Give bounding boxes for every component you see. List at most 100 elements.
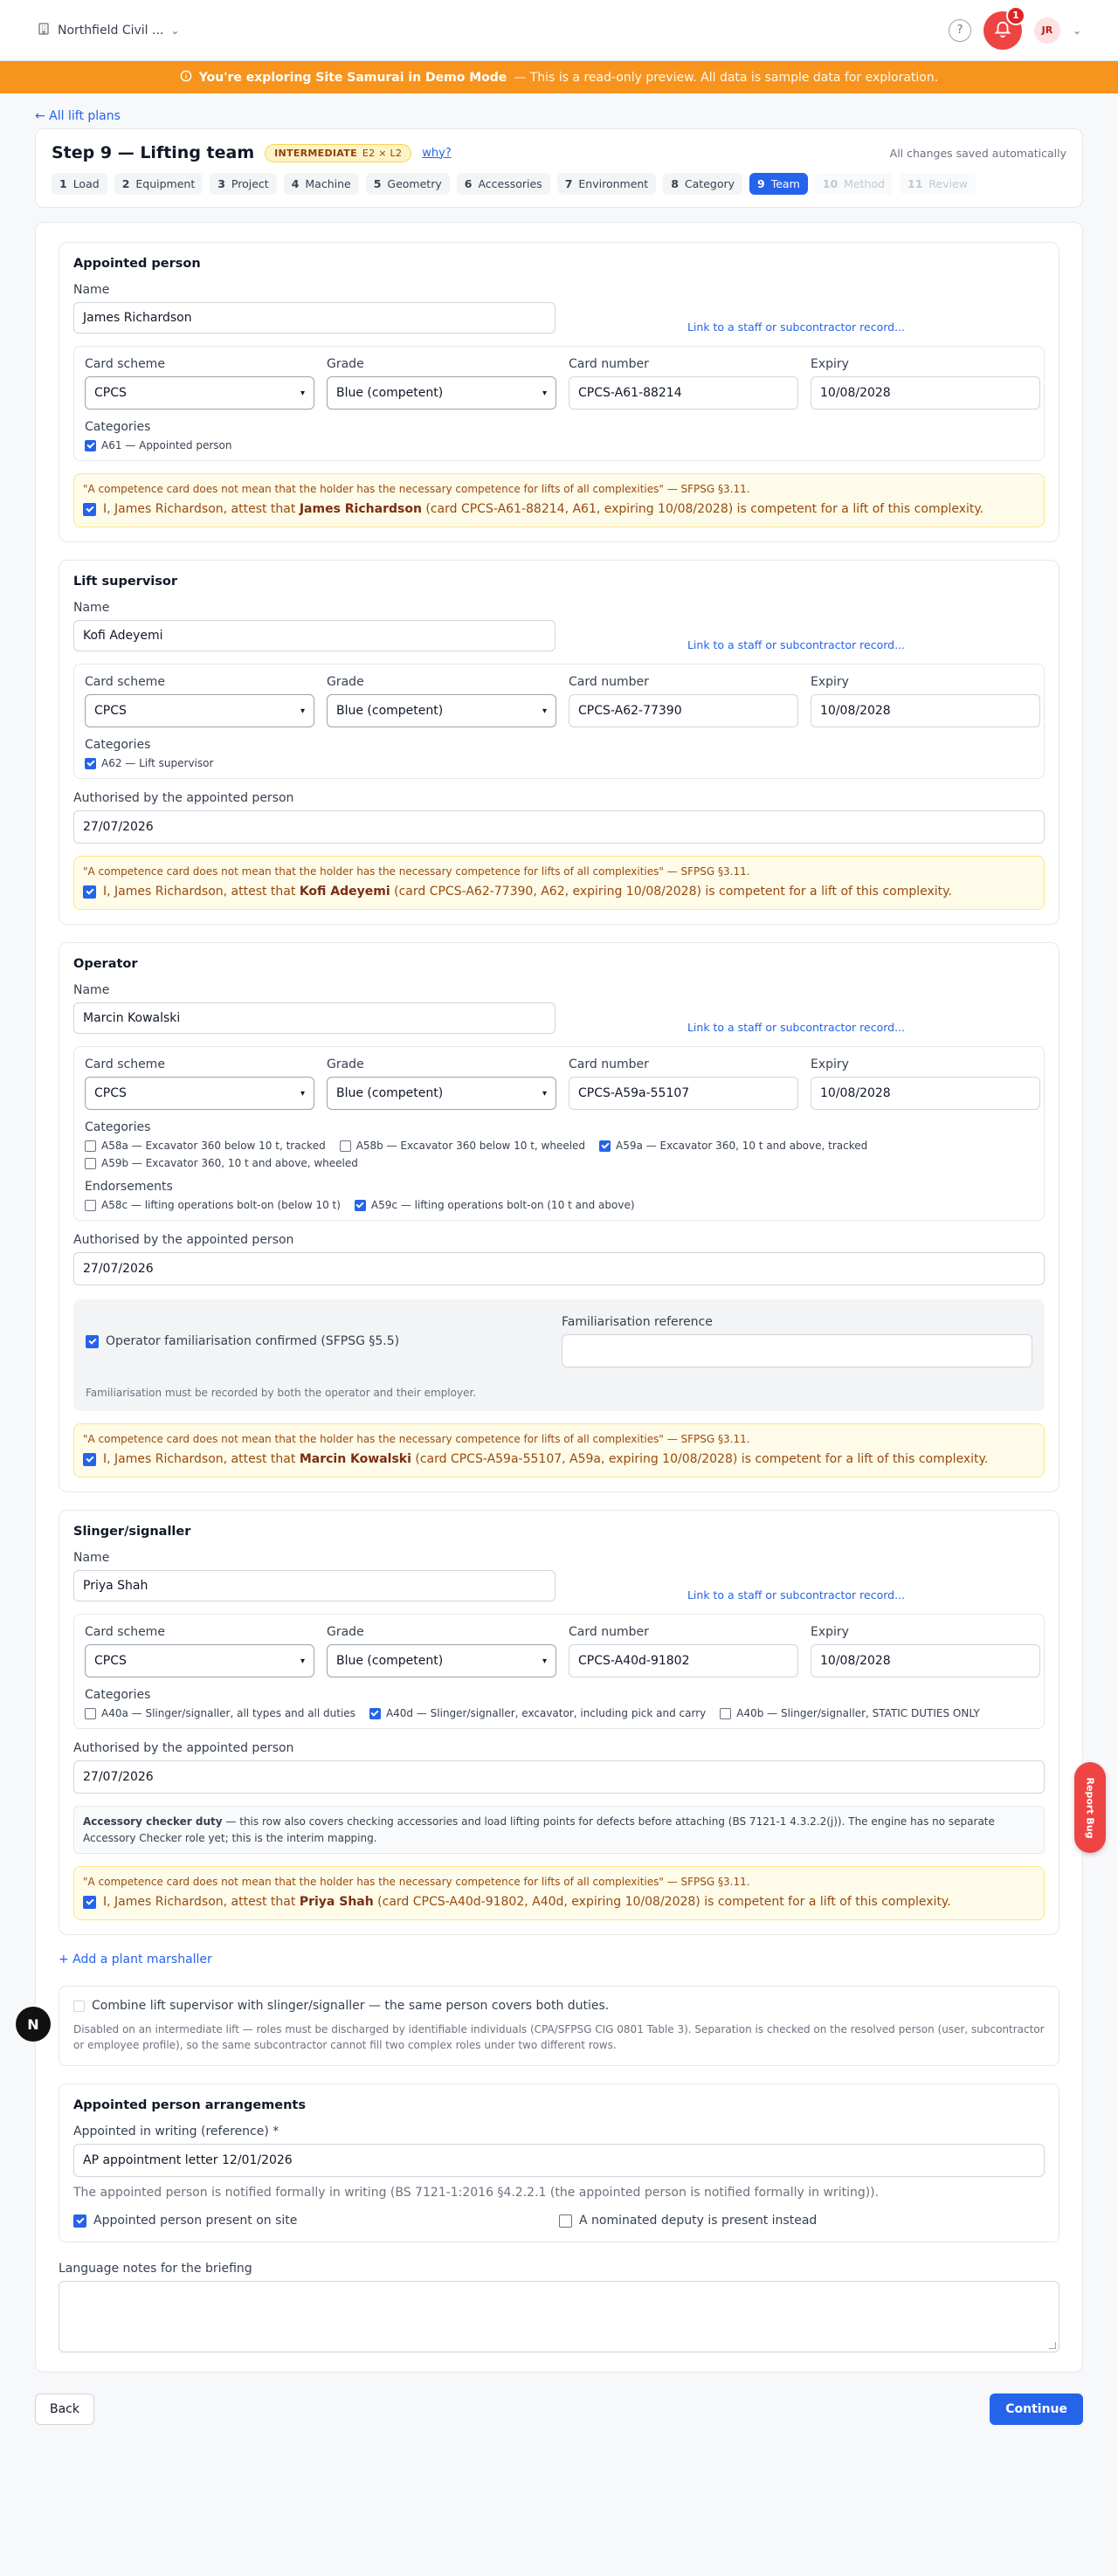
- authorised-date-input[interactable]: 27/07/2026: [73, 1760, 1045, 1794]
- demo-banner-title: You're exploring Site Samurai in Demo Mo…: [198, 70, 507, 85]
- card-scheme-select[interactable]: CPCS ▾: [85, 1644, 314, 1677]
- org-switcher[interactable]: Northfield Civil ... ⌄: [37, 22, 179, 39]
- deputy-present-checkbox[interactable]: A nominated deputy is present instead: [559, 2214, 1045, 2228]
- complexity-badge: INTERMEDIATE E2 × L2: [265, 143, 412, 162]
- section-title: Appointed person arrangements: [73, 2098, 306, 2113]
- categories-label: Categories: [85, 1688, 151, 1702]
- help-icon[interactable]: ?: [948, 18, 971, 42]
- avatar[interactable]: JR: [1033, 17, 1060, 44]
- expiry-input[interactable]: 10/08/2028: [811, 376, 1040, 410]
- authorised-date-input[interactable]: 27/07/2026: [73, 810, 1045, 844]
- link-staff-record[interactable]: Link to a staff or subcontractor record.…: [687, 638, 905, 651]
- familiarisation-ref-input[interactable]: [562, 1334, 1032, 1367]
- back-button[interactable]: Back: [35, 2393, 94, 2426]
- continue-button[interactable]: Continue: [990, 2393, 1083, 2426]
- tab-load[interactable]: 1 Load: [52, 173, 107, 195]
- step-tabs: 1 Load 2 Equipment 3 Project 4 Machine 5…: [52, 173, 1066, 195]
- category-checkbox[interactable]: A59a — Excavator 360, 10 t and above, tr…: [599, 1140, 867, 1152]
- authorised-label: Authorised by the appointed person: [73, 1233, 294, 1247]
- tab-accessories[interactable]: 6 Accessories: [456, 173, 550, 195]
- expiry-input[interactable]: 10/08/2028: [811, 1644, 1040, 1677]
- notifications-button[interactable]: 1: [983, 5, 1025, 50]
- card-number-label: Card number: [569, 1057, 649, 1071]
- assistant-fab[interactable]: N: [16, 2007, 51, 2042]
- language-notes-textarea[interactable]: [59, 2281, 1059, 2353]
- link-staff-record[interactable]: Link to a staff or subcontractor record.…: [687, 320, 905, 334]
- card-scheme-select[interactable]: CPCS ▾: [85, 694, 314, 727]
- chevron-down-icon[interactable]: ⌄: [1073, 24, 1081, 37]
- appointed-in-writing-input[interactable]: AP appointment letter 12/01/2026: [73, 2144, 1045, 2178]
- link-staff-record[interactable]: Link to a staff or subcontractor record.…: [687, 1588, 905, 1601]
- ap-present-checkbox[interactable]: Appointed person present on site: [73, 2214, 559, 2228]
- card-scheme-select[interactable]: CPCS ▾: [85, 376, 314, 410]
- expiry-input[interactable]: 10/08/2028: [811, 694, 1040, 727]
- familiarisation-checkbox[interactable]: Operator familiarisation confirmed (SFPS…: [86, 1334, 399, 1348]
- endorsement-checkbox[interactable]: A59c — lifting operations bolt-on (10 t …: [354, 1199, 635, 1211]
- category-checkbox[interactable]: A40a — Slinger/signaller, all types and …: [85, 1707, 355, 1719]
- attest-checkbox[interactable]: [83, 1452, 96, 1466]
- accessory-checker-note: Accessory checker duty — this row also c…: [73, 1806, 1045, 1855]
- attest-checkbox[interactable]: [83, 885, 96, 899]
- chevron-down-icon: ▾: [300, 1656, 305, 1666]
- all-lift-plans-link[interactable]: ← All lift plans: [35, 109, 121, 123]
- grade-select[interactable]: Blue (competent) ▾: [327, 694, 556, 727]
- ap-notification-note: The appointed person is notified formall…: [73, 2186, 880, 2201]
- tab-machine[interactable]: 4 Machine: [283, 173, 359, 195]
- category-checkbox[interactable]: A58b — Excavator 360 below 10 t, wheeled: [339, 1140, 585, 1152]
- add-plant-marshaller-link[interactable]: + Add a plant marshaller: [59, 1953, 1059, 1966]
- tab-category[interactable]: 8 Category: [663, 173, 743, 195]
- tab-team[interactable]: 9 Team: [749, 173, 808, 195]
- category-checkbox[interactable]: A40d — Slinger/signaller, excavator, inc…: [369, 1707, 706, 1719]
- card-number-input[interactable]: CPCS-A40d-91802: [569, 1644, 798, 1677]
- card-scheme-label: Card scheme: [85, 1057, 165, 1071]
- grade-label: Grade: [327, 1057, 364, 1071]
- name-input[interactable]: Marcin Kowalski: [73, 1002, 556, 1034]
- card-number-input[interactable]: CPCS-A61-88214: [569, 376, 798, 410]
- category-checkbox[interactable]: A61 — Appointed person: [85, 439, 231, 451]
- combine-roles-note: Disabled on an intermediate lift — roles…: [73, 2023, 1045, 2052]
- complexity-code: E2 × L2: [362, 147, 403, 159]
- grade-select[interactable]: Blue (competent) ▾: [327, 1644, 556, 1677]
- endorsement-checkbox[interactable]: A58c — lifting operations bolt-on (below…: [85, 1199, 341, 1211]
- category-checkbox[interactable]: A62 — Lift supervisor: [85, 757, 213, 769]
- category-checkbox[interactable]: A40b — Slinger/signaller, STATIC DUTIES …: [720, 1707, 980, 1719]
- category-checkbox[interactable]: A59b — Excavator 360, 10 t and above, wh…: [85, 1157, 358, 1169]
- name-label: Name: [73, 601, 110, 615]
- notification-count-badge: 1: [1005, 5, 1025, 25]
- slinger-signaller-section: Slinger/signaller Name Priya Shah Link t…: [59, 1510, 1059, 1936]
- card-scheme-select[interactable]: CPCS ▾: [85, 1077, 314, 1110]
- demo-banner: You're exploring Site Samurai in Demo Mo…: [0, 61, 1118, 93]
- card-number-label: Card number: [569, 357, 649, 371]
- lift-supervisor-section: Lift supervisor Name Kofi Adeyemi Link t…: [59, 560, 1059, 925]
- report-bug-button[interactable]: Report Bug: [1074, 1762, 1106, 1853]
- tab-equipment[interactable]: 2 Equipment: [114, 173, 204, 195]
- name-input[interactable]: Priya Shah: [73, 1570, 556, 1601]
- attestation-box: "A competence card does not mean that th…: [73, 856, 1045, 910]
- name-input[interactable]: James Richardson: [73, 302, 556, 334]
- competence-quote: "A competence card does not mean that th…: [83, 483, 750, 495]
- grade-select[interactable]: Blue (competent) ▾: [327, 1077, 556, 1110]
- expiry-label: Expiry: [811, 1057, 849, 1071]
- attest-checkbox[interactable]: [83, 1895, 96, 1909]
- category-checkbox[interactable]: A58a — Excavator 360 below 10 t, tracked: [85, 1140, 326, 1152]
- expiry-input[interactable]: 10/08/2028: [811, 1077, 1040, 1110]
- link-staff-record[interactable]: Link to a staff or subcontractor record.…: [687, 1021, 905, 1034]
- authorised-date-input[interactable]: 27/07/2026: [73, 1252, 1045, 1285]
- expiry-label: Expiry: [811, 357, 849, 371]
- expiry-label: Expiry: [811, 675, 849, 689]
- section-title: Slinger/signaller: [73, 1525, 191, 1539]
- name-input[interactable]: Kofi Adeyemi: [73, 620, 556, 651]
- chevron-down-icon: ▾: [542, 388, 547, 398]
- grade-select[interactable]: Blue (competent) ▾: [327, 376, 556, 410]
- categories-label: Categories: [85, 420, 151, 434]
- tab-environment[interactable]: 7 Environment: [556, 173, 657, 195]
- tab-project[interactable]: 3 Project: [210, 173, 277, 195]
- attest-checkbox[interactable]: [83, 502, 96, 516]
- card-number-input[interactable]: CPCS-A59a-55107: [569, 1077, 798, 1110]
- why-link[interactable]: why?: [422, 147, 451, 160]
- card-number-input[interactable]: CPCS-A62-77390: [569, 694, 798, 727]
- tab-geometry[interactable]: 5 Geometry: [365, 173, 450, 195]
- step-header-card: Step 9 — Lifting team INTERMEDIATE E2 × L…: [35, 128, 1083, 208]
- competence-quote: "A competence card does not mean that th…: [83, 1433, 750, 1445]
- demo-banner-subtitle: — This is a read-only preview. All data …: [514, 70, 939, 85]
